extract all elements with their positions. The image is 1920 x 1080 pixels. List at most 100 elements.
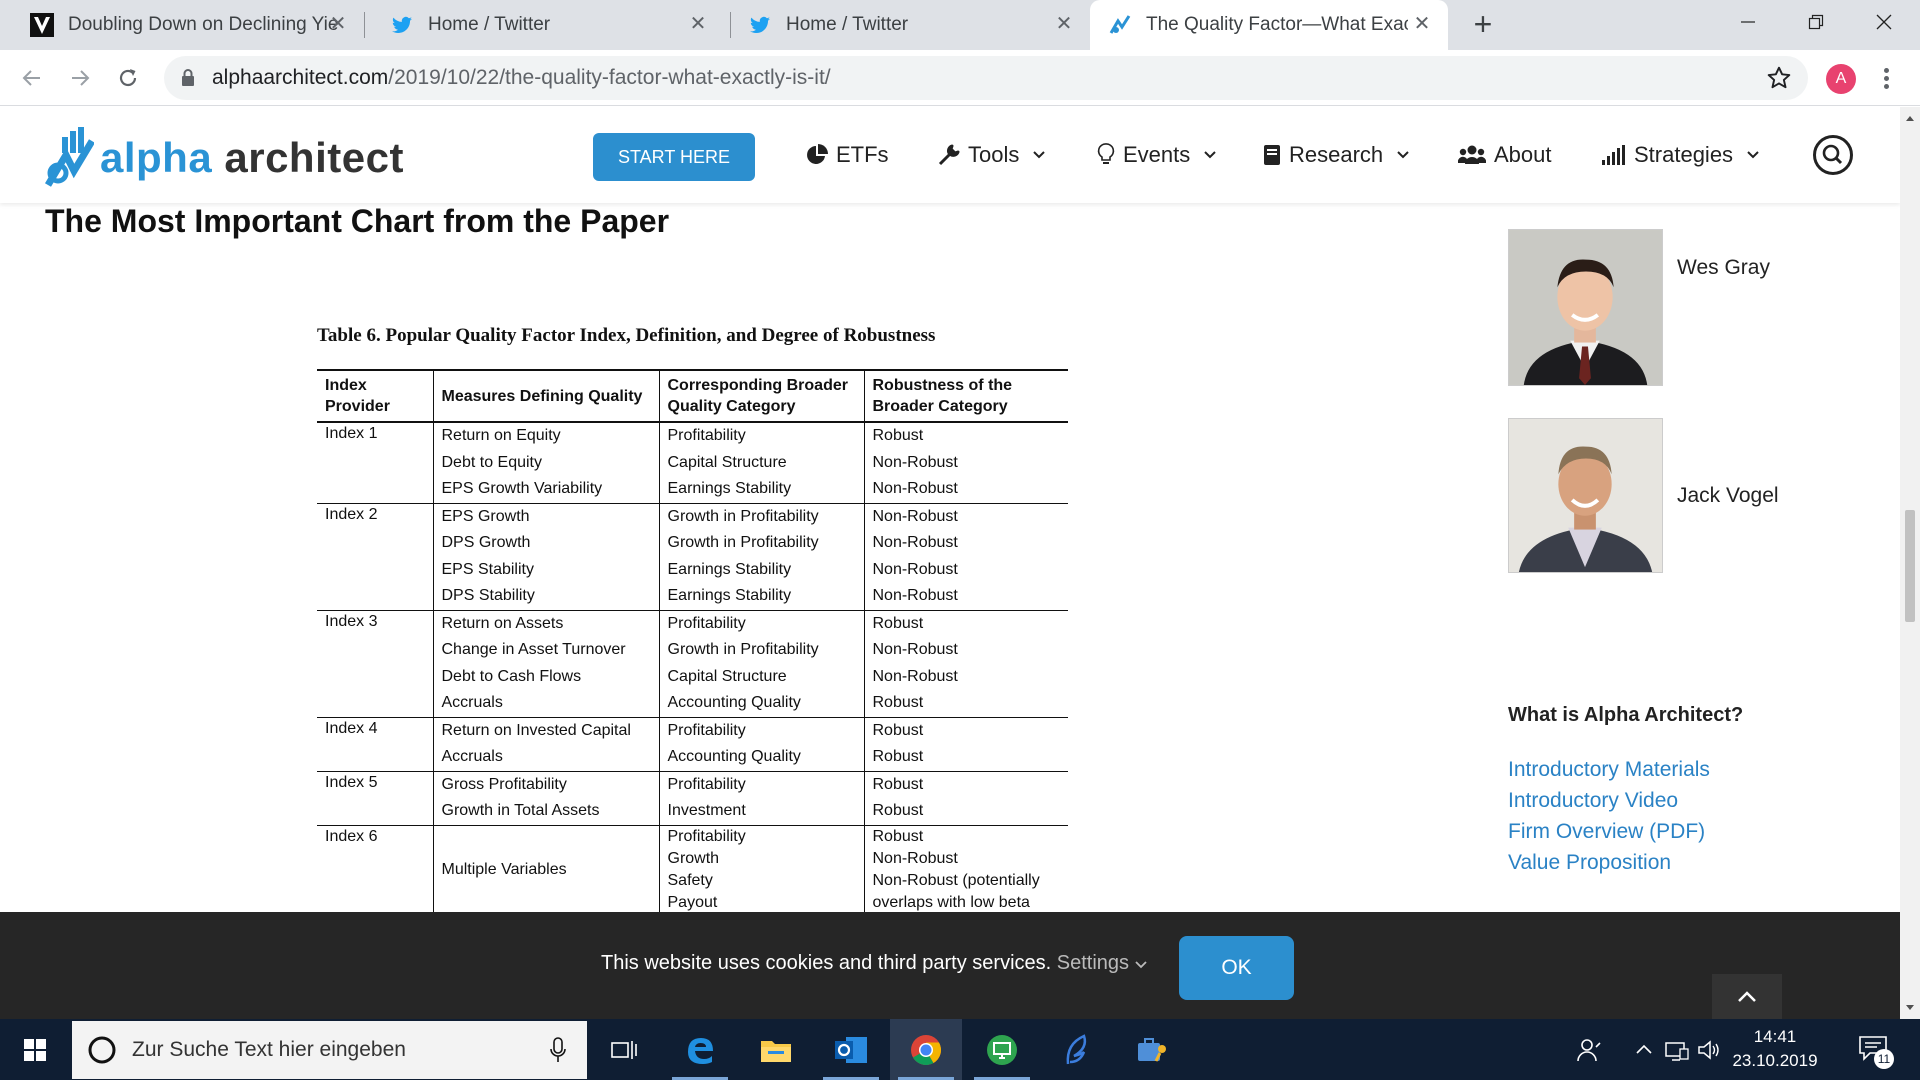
table-row: Index 4 Return on Invested Capital Profita… [317,717,1068,744]
tab-title: Home / Twitter [428,14,551,35]
speaker-icon[interactable] [1696,1037,1722,1063]
reload-button[interactable] [108,58,148,98]
lock-icon[interactable] [180,68,196,88]
index-provider-cell [317,744,433,772]
table-row: Index 2 EPS Growth Growth in Profitability… [317,503,1068,530]
outlook-icon [835,1036,867,1063]
chevron-up-icon[interactable] [1634,1037,1654,1063]
url-text: alphaarchitect.com/2019/10/22/the-qualit… [212,66,831,90]
close-tab-icon[interactable]: ✕ [686,12,710,36]
robustness-cell: Non-Robust [863,663,1068,690]
scroll-up-arrow-icon[interactable] [1900,111,1920,125]
index-provider-cell [317,690,433,718]
measure-cell: EPS Stability [432,556,659,583]
firm-overview-link[interactable]: Firm Overview (PDF) [1508,820,1705,844]
nav-research[interactable]: Research [1263,131,1409,179]
measure-cell: Debt to Equity [432,449,659,476]
close-tab-icon[interactable]: ✕ [326,12,350,36]
value-proposition-link[interactable]: Value Proposition [1508,851,1671,875]
scroll-to-top-button[interactable] [1712,974,1782,1019]
category-cell: Capital Structure [658,449,864,476]
scroll-down-arrow-icon[interactable] [1900,1001,1920,1015]
forward-button[interactable] [60,58,100,98]
measure-cell: EPS Growth [432,503,659,530]
cookie-ok-button[interactable]: OK [1179,936,1294,1000]
browser-tab[interactable]: Home / Twitter ✕ [738,0,1090,50]
browser-tab[interactable]: Doubling Down on Declining Yiel ✕ [12,0,364,50]
microphone-icon[interactable] [550,1037,566,1063]
new-tab-button[interactable]: + [1466,8,1500,42]
scrollbar-thumb[interactable] [1905,510,1915,622]
taskbar-app-briefcase[interactable] [1116,1019,1188,1080]
introductory-materials-link[interactable]: Introductory Materials [1508,758,1710,782]
start-button[interactable] [0,1019,70,1080]
task-view-button[interactable] [588,1019,660,1080]
users-icon [1458,145,1486,164]
taskbar-clock[interactable]: 14:41 23.10.2019 [1720,1025,1830,1073]
author-photo-jack-vogel[interactable] [1508,418,1663,573]
nav-about[interactable]: About [1458,131,1552,179]
cookie-consent-bar: This website uses cookies and third part… [0,912,1900,1019]
browser-tab[interactable]: Home / Twitter ✕ [372,0,724,50]
restore-button[interactable] [1782,0,1850,44]
measure-cell: Growth in Total Assets [432,798,659,826]
index-provider-cell [317,476,433,504]
site-search-button[interactable] [1813,135,1853,175]
category-cell: Growth in Profitability [658,637,864,664]
nav-etfs[interactable]: ETFs [806,131,889,179]
category-cell-line: Profitability [667,827,746,845]
bookmark-star-icon[interactable] [1766,65,1792,91]
table-row: Accruals Accounting Quality Robust [317,744,1068,772]
profile-avatar[interactable]: A [1826,64,1856,94]
article-heading: The Most Important Chart from the Paper [45,203,670,239]
table-row: Change in Asset Turnover Growth in Profit… [317,637,1068,664]
back-button[interactable] [12,58,52,98]
people-icon[interactable] [1576,1037,1602,1063]
start-here-button[interactable]: START HERE [593,133,755,181]
taskbar-file-explorer[interactable] [740,1019,812,1080]
chevron-down-icon [1033,151,1046,159]
nav-tools[interactable]: Tools [938,131,1046,179]
taskbar-search-box[interactable]: Zur Suche Text hier eingeben [72,1021,587,1079]
address-bar[interactable]: alphaarchitect.com/2019/10/22/the-qualit… [164,56,1808,100]
robustness-cell: Robust [863,744,1068,772]
cookie-message: This website uses cookies and third part… [601,952,1147,975]
table-row: EPS Stability Earnings Stability Non-Robus… [317,556,1068,584]
minimize-button[interactable] [1714,0,1782,44]
author-photo-wes-gray[interactable] [1508,229,1663,386]
taskbar-remote-desktop[interactable] [966,1019,1038,1080]
nav-events[interactable]: Events [1097,131,1216,179]
restore-icon [1808,14,1824,30]
taskbar-edge[interactable] [664,1019,736,1080]
close-icon [1876,14,1892,30]
index-provider-cell: Index 5 [325,773,378,791]
close-tab-icon[interactable]: ✕ [1410,12,1434,36]
taskbar-chrome[interactable] [890,1019,962,1080]
chevron-down-icon [1747,151,1759,159]
browser-tab-active[interactable]: The Quality Factor—What Exactly ✕ [1090,0,1448,50]
measure-cell: Return on Invested Capital [432,717,659,744]
notification-center-button[interactable]: 11 [1856,1031,1896,1071]
site-logo[interactable]: alpha architect [44,127,404,189]
close-window-button[interactable] [1850,0,1918,44]
page-scrollbar[interactable] [1900,107,1920,1019]
network-icon[interactable] [1664,1037,1690,1063]
measure-cell: Return on Assets [432,610,659,637]
nav-strategies[interactable]: Strategies [1602,131,1759,179]
introductory-video-link[interactable]: Introductory Video [1508,789,1678,813]
table-row: Growth in Total Assets Investment Robust [317,798,1068,826]
close-tab-icon[interactable]: ✕ [1052,12,1076,36]
robustness-cell: Robust [863,690,1068,718]
index-provider-cell [317,557,433,584]
author-name[interactable]: Jack Vogel [1677,484,1779,508]
author-name[interactable]: Wes Gray [1677,256,1770,280]
chrome-menu-icon[interactable] [1876,62,1896,94]
taskbar-app-feather[interactable] [1041,1019,1113,1080]
index-provider-cell [317,637,433,664]
book-icon [1264,145,1280,165]
table-row: DPS Stability Earnings Stability Non-Robus… [317,583,1068,611]
taskbar-outlook[interactable] [815,1019,887,1080]
category-cell: Profitability [658,771,864,798]
cookie-settings-link[interactable]: Settings [1057,952,1147,974]
index-provider-cell [317,530,433,557]
